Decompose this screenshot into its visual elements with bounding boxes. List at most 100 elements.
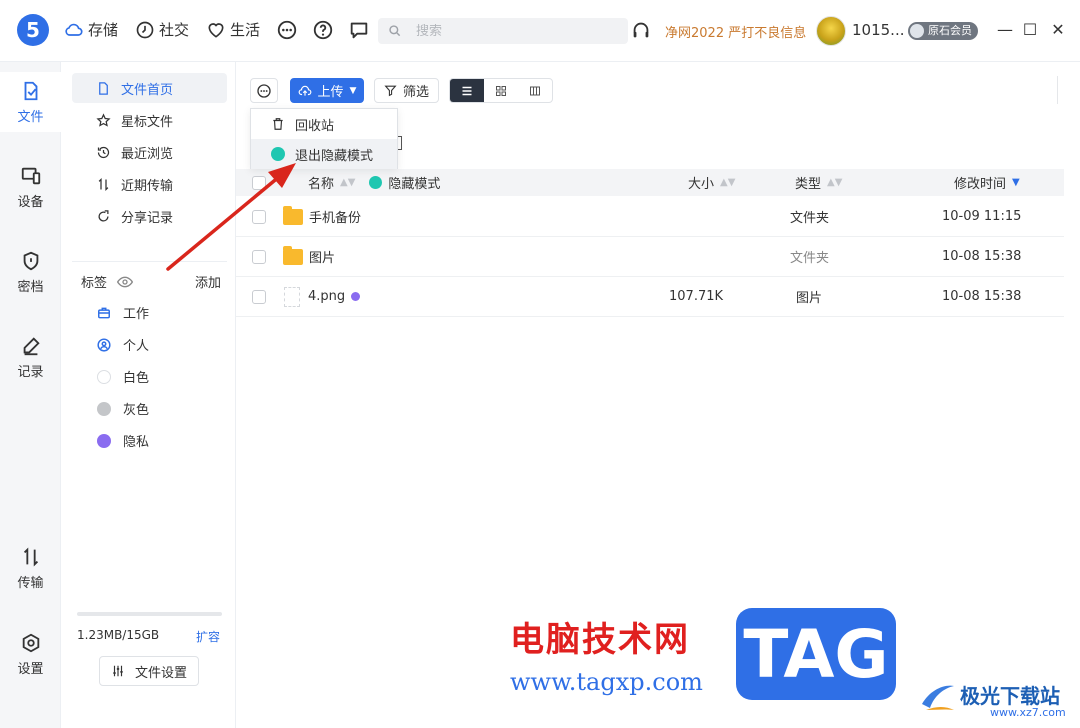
more-icon xyxy=(257,83,271,98)
username[interactable]: 1015... xyxy=(852,21,904,39)
list-view-button[interactable] xyxy=(450,79,484,102)
more-icon[interactable] xyxy=(276,19,298,41)
table-header: 名称 ▲▼ 隐藏模式 大小 ▲▼ 类型 ▲▼ 修改时间 ▼ xyxy=(236,169,1064,196)
transfer-icon xyxy=(98,177,109,191)
nav-life[interactable]: 生活 xyxy=(206,19,260,40)
list-icon xyxy=(462,86,472,95)
close-button[interactable]: ✕ xyxy=(1048,20,1068,40)
rail-item-files[interactable]: 文件 xyxy=(0,72,61,132)
filter-button[interactable]: 筛选 xyxy=(374,78,439,103)
promo-link[interactable]: 净网2022 严打不良信息 xyxy=(665,22,806,41)
rail-item-transfer[interactable]: 传输 xyxy=(0,538,61,598)
watermark-tag-logo: TAG xyxy=(736,608,896,700)
top-bar: 5 存储 社交 生活 净网2022 严打不良信息 1015... 原石会员 — … xyxy=(0,0,1080,62)
left-rail: 文件 设备 密档 记录 传输 设置 xyxy=(0,62,61,728)
upload-icon xyxy=(298,85,311,96)
nav-social[interactable]: 社交 xyxy=(135,19,189,40)
tag-label: 灰色 xyxy=(123,403,150,418)
watermark-site: 极光下载站 xyxy=(960,684,1060,708)
clock-icon xyxy=(136,21,154,38)
file-name: 图片 xyxy=(309,251,336,266)
rail-item-settings[interactable]: 设置 xyxy=(0,624,61,684)
rail-item-devices[interactable]: 设备 xyxy=(0,157,61,217)
device-icon xyxy=(21,167,40,184)
header-time[interactable]: 修改时间 ▼ xyxy=(954,173,1020,192)
rail-label: 密档 xyxy=(17,279,44,295)
document-icon xyxy=(99,81,108,95)
header-time-label: 修改时间 xyxy=(954,177,1007,192)
swoosh-logo-icon xyxy=(922,685,954,710)
star-icon xyxy=(96,112,111,127)
tag-label: 工作 xyxy=(123,307,150,322)
tag-item-white[interactable]: 白色 xyxy=(97,367,149,386)
tag-item-personal[interactable]: 个人 xyxy=(97,335,149,354)
tag-item-work[interactable]: 工作 xyxy=(97,303,149,322)
rail-item-notes[interactable]: 记录 xyxy=(0,327,61,387)
file-type: 文件夹 xyxy=(790,251,830,266)
header-type-label: 类型 xyxy=(795,177,822,192)
app-logo[interactable]: 5 xyxy=(17,14,49,46)
toolbar-divider xyxy=(1057,76,1058,104)
nav-label: 生活 xyxy=(230,21,261,39)
upload-label: 上传 xyxy=(317,85,344,100)
tag-item-gray[interactable]: 灰色 xyxy=(97,399,149,418)
shield-icon xyxy=(23,251,38,270)
view-switcher xyxy=(449,78,553,103)
nav-label: 社交 xyxy=(159,21,190,39)
table-row[interactable]: 手机备份 文件夹 10-09 11:15 xyxy=(236,197,1064,237)
hidden-mode-label: 隐藏模式 xyxy=(388,177,441,192)
color-dot xyxy=(97,369,111,384)
header-name[interactable]: 名称 ▲▼ 隐藏模式 xyxy=(308,173,440,192)
tag-item-private[interactable]: 隐私 xyxy=(97,431,149,450)
filter-label: 筛选 xyxy=(402,85,429,100)
nav-label: 存储 xyxy=(88,21,119,39)
vip-badge[interactable]: 原石会员 xyxy=(908,22,978,40)
row-checkbox[interactable] xyxy=(252,289,266,304)
sidebar-item-home[interactable]: 文件首页 xyxy=(72,73,227,103)
tag-label: 白色 xyxy=(123,371,150,386)
share-icon xyxy=(98,209,109,222)
header-name-label: 名称 xyxy=(308,177,335,192)
avatar[interactable] xyxy=(816,16,846,46)
column-view-button[interactable] xyxy=(518,79,552,102)
message-icon[interactable] xyxy=(348,19,370,41)
storage-usage: 1.23MB/15GB xyxy=(77,628,160,642)
upload-button[interactable]: 上传 ▼ xyxy=(290,78,364,103)
expand-storage-link[interactable]: 扩容 xyxy=(196,628,220,645)
sidebar-item-label: 星标文件 xyxy=(121,114,174,130)
table-row[interactable]: 4.png 107.71K 图片 10-08 15:38 xyxy=(236,277,1064,317)
eye-icon[interactable] xyxy=(117,276,134,288)
minimize-button[interactable]: — xyxy=(995,20,1015,40)
grid-view-button[interactable] xyxy=(484,79,518,102)
sort-icon: ▲▼ xyxy=(827,177,843,188)
header-type[interactable]: 类型 ▲▼ xyxy=(795,173,842,192)
row-name: 4.png xyxy=(284,286,361,307)
tag-label: 隐私 xyxy=(123,435,150,450)
file-time: 10-08 15:38 xyxy=(942,249,1022,264)
more-options-button[interactable] xyxy=(250,78,278,103)
rail-label: 记录 xyxy=(17,364,44,380)
file-time: 10-09 11:15 xyxy=(942,209,1022,224)
tags-title: 标签 xyxy=(81,276,108,291)
search-box[interactable] xyxy=(378,18,628,44)
rail-label: 设备 xyxy=(17,194,44,210)
file-settings-button[interactable]: 文件设置 xyxy=(99,656,199,686)
menu-item-recycle-bin[interactable]: 回收站 xyxy=(251,109,397,139)
nav-storage[interactable]: 存储 xyxy=(64,19,118,40)
headset-icon[interactable] xyxy=(630,19,652,41)
search-input[interactable] xyxy=(416,23,606,39)
sidebar-item-starred[interactable]: 星标文件 xyxy=(72,105,227,135)
maximize-button[interactable]: ☐ xyxy=(1020,20,1040,40)
image-file-icon xyxy=(284,286,300,307)
help-icon[interactable] xyxy=(312,19,334,41)
header-size[interactable]: 大小 ▲▼ xyxy=(688,173,735,192)
sliders-icon xyxy=(113,665,123,677)
menu-item-label: 回收站 xyxy=(295,118,335,134)
watermark-site-url: www.xz7.com xyxy=(990,706,1066,719)
tag-label: 个人 xyxy=(123,339,150,354)
table-row[interactable]: 图片 文件夹 10-08 15:38 xyxy=(236,237,1064,277)
sort-desc-icon: ▼ xyxy=(1012,177,1020,188)
pen-icon xyxy=(23,336,40,355)
briefcase-icon xyxy=(98,307,110,318)
rail-item-vault[interactable]: 密档 xyxy=(0,242,61,302)
